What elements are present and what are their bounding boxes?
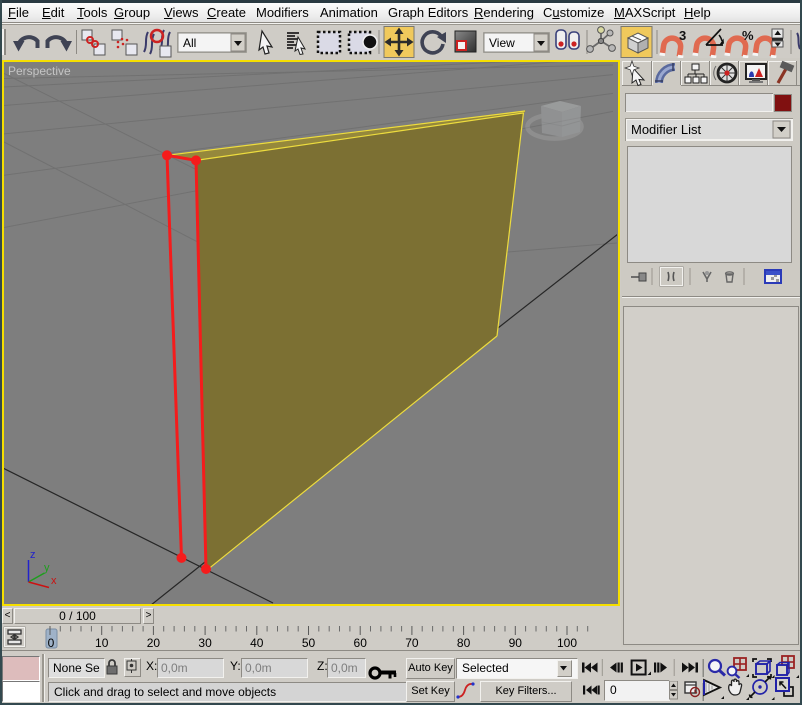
svg-text:100: 100 (557, 636, 577, 650)
svg-text:30: 30 (198, 636, 212, 650)
svg-text:50: 50 (302, 636, 316, 650)
svg-text:3: 3 (679, 28, 686, 43)
svg-text:All: All (183, 36, 196, 50)
svg-text:80: 80 (457, 636, 471, 650)
svg-text:%: % (742, 28, 754, 43)
svg-text:Modifier List: Modifier List (631, 122, 701, 137)
svg-text:y: y (44, 562, 50, 574)
svg-text:Perspective: Perspective (8, 64, 71, 78)
svg-text:0: 0 (48, 636, 55, 650)
svg-text:z: z (30, 549, 36, 561)
svg-text:x: x (51, 575, 57, 587)
svg-text:60: 60 (354, 636, 368, 650)
svg-text:40: 40 (250, 636, 264, 650)
svg-text:10: 10 (95, 636, 109, 650)
svg-text:70: 70 (405, 636, 419, 650)
svg-text:90: 90 (509, 636, 523, 650)
svg-text:View: View (489, 36, 515, 50)
svg-text:20: 20 (147, 636, 161, 650)
